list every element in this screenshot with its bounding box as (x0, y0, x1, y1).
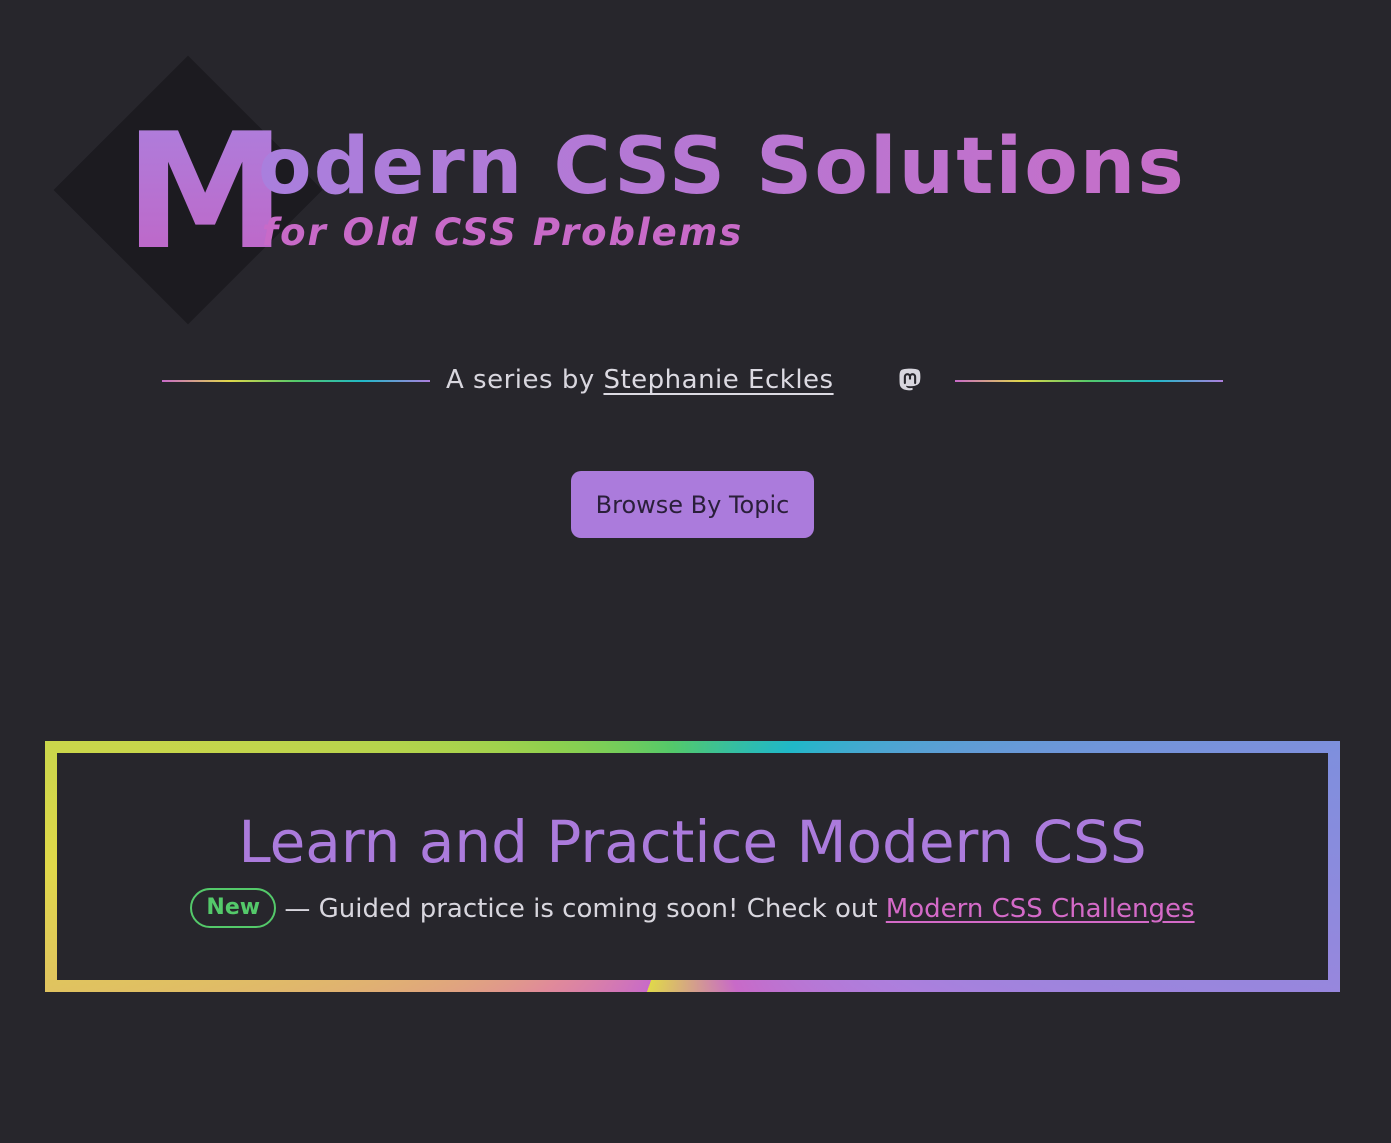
author-link[interactable]: Stephanie Eckles (603, 365, 833, 395)
byline-rule-right (955, 380, 1223, 382)
new-badge: New (190, 887, 277, 928)
browse-by-topic-button[interactable]: Browse By Topic (571, 471, 814, 538)
byline: A series by Stephanie Eckles (0, 358, 1391, 408)
promo-text: — Guided practice is coming soon! Check … (276, 894, 886, 924)
site-title[interactable]: odern CSS Solutions (258, 122, 1186, 212)
byline-prefix: A series by (446, 365, 604, 395)
byline-text: A series by Stephanie Eckles (446, 362, 834, 398)
site-subtitle: for Old CSS Problems (262, 211, 744, 254)
promo-title: Learn and Practice Modern CSS (238, 808, 1147, 876)
promo-line: New — Guided practice is coming soon! Ch… (57, 887, 1328, 930)
promo-banner: Learn and Practice Modern CSS New — Guid… (45, 741, 1340, 992)
promo-inner: Learn and Practice Modern CSS New — Guid… (57, 753, 1328, 980)
byline-rule-left (162, 380, 430, 382)
mastodon-icon[interactable] (896, 366, 924, 394)
site-header: M odern CSS Solutions for Old CSS Proble… (0, 0, 1391, 340)
modern-css-challenges-link[interactable]: Modern CSS Challenges (886, 894, 1195, 924)
